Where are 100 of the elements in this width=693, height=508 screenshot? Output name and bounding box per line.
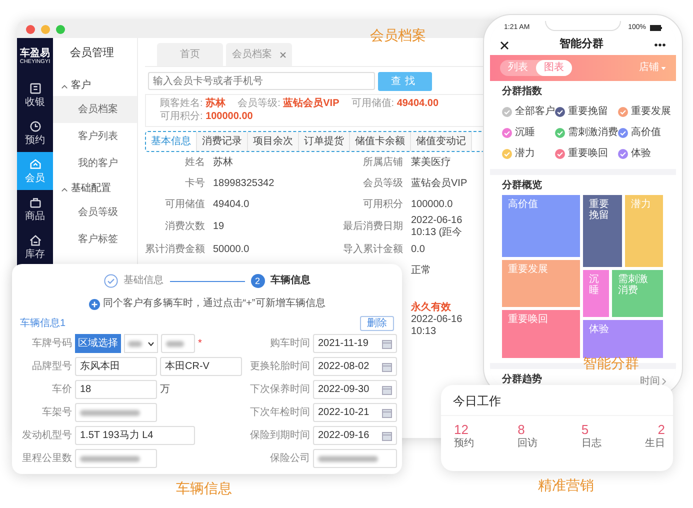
calendar-icon[interactable] xyxy=(382,408,392,418)
input-field[interactable]: 东风本田 xyxy=(75,357,157,376)
check-circle-icon[interactable] xyxy=(555,128,565,138)
close-icon[interactable] xyxy=(500,40,509,50)
group-label: 重要唤回 xyxy=(568,148,608,160)
bag-icon xyxy=(28,196,42,208)
calendar-icon[interactable] xyxy=(382,362,392,372)
check-circle-icon[interactable] xyxy=(502,128,512,138)
stat-label: 日志 xyxy=(581,438,602,450)
nav-item[interactable]: 收银 xyxy=(17,76,53,114)
caret-icon xyxy=(148,342,154,346)
menu-item[interactable]: 客户列表 xyxy=(53,123,137,150)
segment-tile[interactable]: 重要挽留 xyxy=(583,195,622,267)
chevron-icon xyxy=(662,378,666,385)
menu-item[interactable]: 我的客户 xyxy=(53,150,137,177)
field-value: 2022-06-16 10:13 xyxy=(411,314,464,338)
field-label: 购车时间 xyxy=(269,338,310,350)
tab[interactable]: 基本信息 xyxy=(146,132,197,151)
clock-icon xyxy=(28,120,42,132)
nav-item[interactable]: 预约 xyxy=(17,114,53,152)
caption: 车辆信息 xyxy=(176,481,232,495)
more-icon[interactable] xyxy=(654,43,666,47)
blurred-text xyxy=(80,456,140,462)
menu-group[interactable]: 基础配置 xyxy=(53,177,137,199)
check-circle-icon[interactable] xyxy=(555,106,565,116)
summary-label: 可用储值: xyxy=(351,98,394,109)
menu-group[interactable]: 客户 xyxy=(53,74,137,96)
maximize-button[interactable] xyxy=(56,24,65,34)
input-field[interactable] xyxy=(161,334,195,353)
field-label: 下次年检时间 xyxy=(249,406,310,418)
caption: 会员档案 xyxy=(370,28,426,42)
stat-value: 8 xyxy=(518,422,525,438)
region-button[interactable]: 区域选择 xyxy=(75,334,121,353)
input-field[interactable] xyxy=(75,403,157,422)
check-circle-icon[interactable] xyxy=(555,148,565,158)
search-field[interactable]: 输入会员卡号或者手机号 xyxy=(148,72,375,90)
blurred-text xyxy=(128,340,142,346)
nav-item[interactable]: 商品 xyxy=(17,190,53,228)
input-field[interactable]: 18 xyxy=(75,380,157,399)
field-value: 50000.0 xyxy=(213,244,250,256)
summary-value: 苏林 xyxy=(206,98,226,109)
card-title: 今日工作 xyxy=(452,393,502,410)
check-circle-icon[interactable] xyxy=(502,106,512,116)
field-label: 可用储值 xyxy=(164,198,205,210)
step-number: 2 xyxy=(250,274,264,288)
input-field[interactable]: 本田CR-V xyxy=(160,357,242,376)
chevron-icon xyxy=(61,84,68,88)
close-button[interactable] xyxy=(26,24,35,34)
field-value: 蓝钻会员VIP xyxy=(411,178,468,190)
date-field[interactable]: 2022-09-30 xyxy=(313,380,397,399)
check-circle-icon[interactable] xyxy=(618,148,628,158)
tab[interactable]: 订单提货 xyxy=(299,132,350,151)
logo-text: 车盈易 xyxy=(20,48,50,60)
date-field[interactable]: 2022-10-21 xyxy=(313,403,397,422)
battery-icon xyxy=(650,24,662,31)
field-value: 正常 xyxy=(411,264,432,276)
stat-value: 5 xyxy=(581,422,589,438)
date-field[interactable]: 2021-11-19 xyxy=(313,334,397,353)
minimize-button[interactable] xyxy=(41,24,50,34)
input-field[interactable] xyxy=(75,449,157,468)
menu-item[interactable]: 会员档案 xyxy=(53,96,137,123)
calendar-icon[interactable] xyxy=(382,430,392,440)
field-value: 49404.0 xyxy=(213,198,250,210)
field-value: 0.0 xyxy=(411,244,426,256)
group-label: 高价值 xyxy=(631,126,661,138)
date-field[interactable]: 2022-09-16 xyxy=(313,426,397,445)
check-circle-icon[interactable] xyxy=(618,106,628,116)
calendar-icon[interactable] xyxy=(382,384,392,394)
tab[interactable]: 储值卡余额 xyxy=(350,132,411,151)
group-label: 需刺激消费 xyxy=(568,126,618,138)
summary-value: 蓝钻会员VIP xyxy=(283,98,340,109)
menu-item[interactable]: 会员等级 xyxy=(53,199,137,226)
delete-button[interactable]: 删除 xyxy=(360,316,394,331)
nav-item[interactable]: 库存 xyxy=(17,228,53,266)
tab-label: 首页 xyxy=(180,48,200,60)
summary-label: 顾客姓名: xyxy=(160,98,203,109)
calendar-icon[interactable] xyxy=(382,338,392,348)
province-select[interactable] xyxy=(124,334,158,353)
field-label: 车牌号码 xyxy=(31,338,72,350)
field-label: 里程公里数 xyxy=(21,452,72,464)
stat-label: 预约 xyxy=(454,438,474,450)
tab[interactable]: 储值变动记 xyxy=(411,132,472,151)
field-label: 更换轮胎时间 xyxy=(249,360,310,372)
check-circle-icon[interactable] xyxy=(618,128,628,138)
input-field[interactable] xyxy=(313,449,397,468)
date-value: 2022-08-02 xyxy=(318,360,370,372)
group-label: 沉睡 xyxy=(515,126,535,138)
add-icon[interactable] xyxy=(88,298,100,310)
section-title: 分群概览 xyxy=(502,180,543,193)
date-value: 2021-11-19 xyxy=(318,338,368,350)
check-circle-icon[interactable] xyxy=(502,148,512,158)
tab[interactable]: 项目余次 xyxy=(248,132,299,151)
field-label: 保险到期时间 xyxy=(249,430,310,442)
menu-item[interactable]: 客户标签 xyxy=(53,226,137,253)
tab[interactable]: 消费记录 xyxy=(197,132,248,151)
time-filter[interactable]: 时间 xyxy=(640,376,666,388)
input-field[interactable]: 1.5T 193马力 L4 xyxy=(75,426,195,445)
date-field[interactable]: 2022-08-02 xyxy=(313,357,397,376)
field-label: 发动机型号 xyxy=(21,430,72,442)
date-value: 2022-09-30 xyxy=(318,384,370,396)
